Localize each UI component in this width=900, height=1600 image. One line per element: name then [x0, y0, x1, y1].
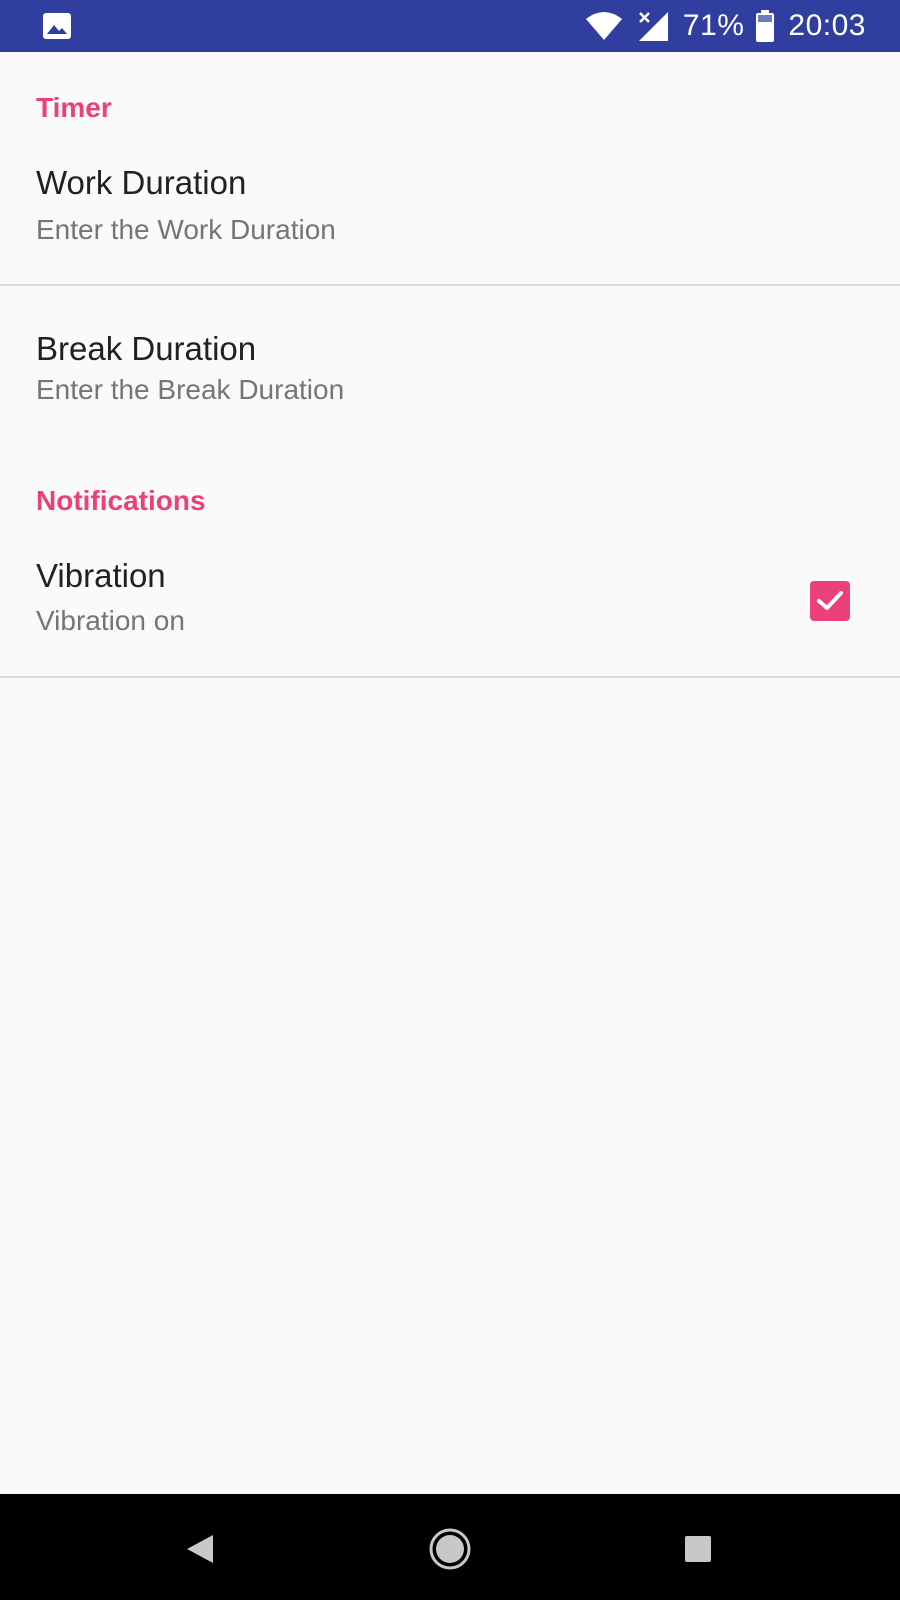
- vibration-summary: Vibration on: [36, 605, 185, 636]
- navigation-bar: [0, 1494, 900, 1600]
- home-icon[interactable]: [425, 1524, 475, 1574]
- break-duration-summary: Enter the Break Duration: [36, 374, 345, 405]
- break-duration-title: Break Duration: [36, 330, 257, 367]
- divider: [0, 676, 900, 678]
- break-duration-pref[interactable]: Break Duration Enter the Break Duration: [0, 320, 900, 480]
- battery-icon: [756, 10, 775, 42]
- divider: [0, 284, 900, 286]
- work-duration-summary: Enter the Work Duration: [36, 214, 336, 245]
- category-notifications: Notifications: [36, 485, 206, 516]
- check-icon: [817, 591, 843, 610]
- work-duration-pref[interactable]: Work Duration Enter the Work Duration: [0, 164, 900, 342]
- status-bar: 71% 20:03: [0, 0, 900, 52]
- image-icon: [42, 12, 72, 45]
- back-icon[interactable]: [175, 1524, 225, 1574]
- wifi-icon: [585, 11, 623, 41]
- settings-screen: 71% 20:03 Timer Work Duration Enter the …: [0, 0, 900, 1600]
- vibration-checkbox[interactable]: [810, 581, 850, 621]
- category-timer: Timer: [36, 92, 112, 123]
- signal-icon: [637, 10, 669, 42]
- vibration-title: Vibration: [36, 557, 166, 594]
- clock: 20:03: [788, 9, 866, 42]
- status-icons: 71% 20:03: [585, 0, 866, 52]
- work-duration-title: Work Duration: [36, 164, 247, 201]
- recents-icon[interactable]: [673, 1524, 723, 1574]
- vibration-pref[interactable]: Vibration Vibration on: [0, 557, 900, 727]
- battery-percent: 71%: [682, 9, 745, 42]
